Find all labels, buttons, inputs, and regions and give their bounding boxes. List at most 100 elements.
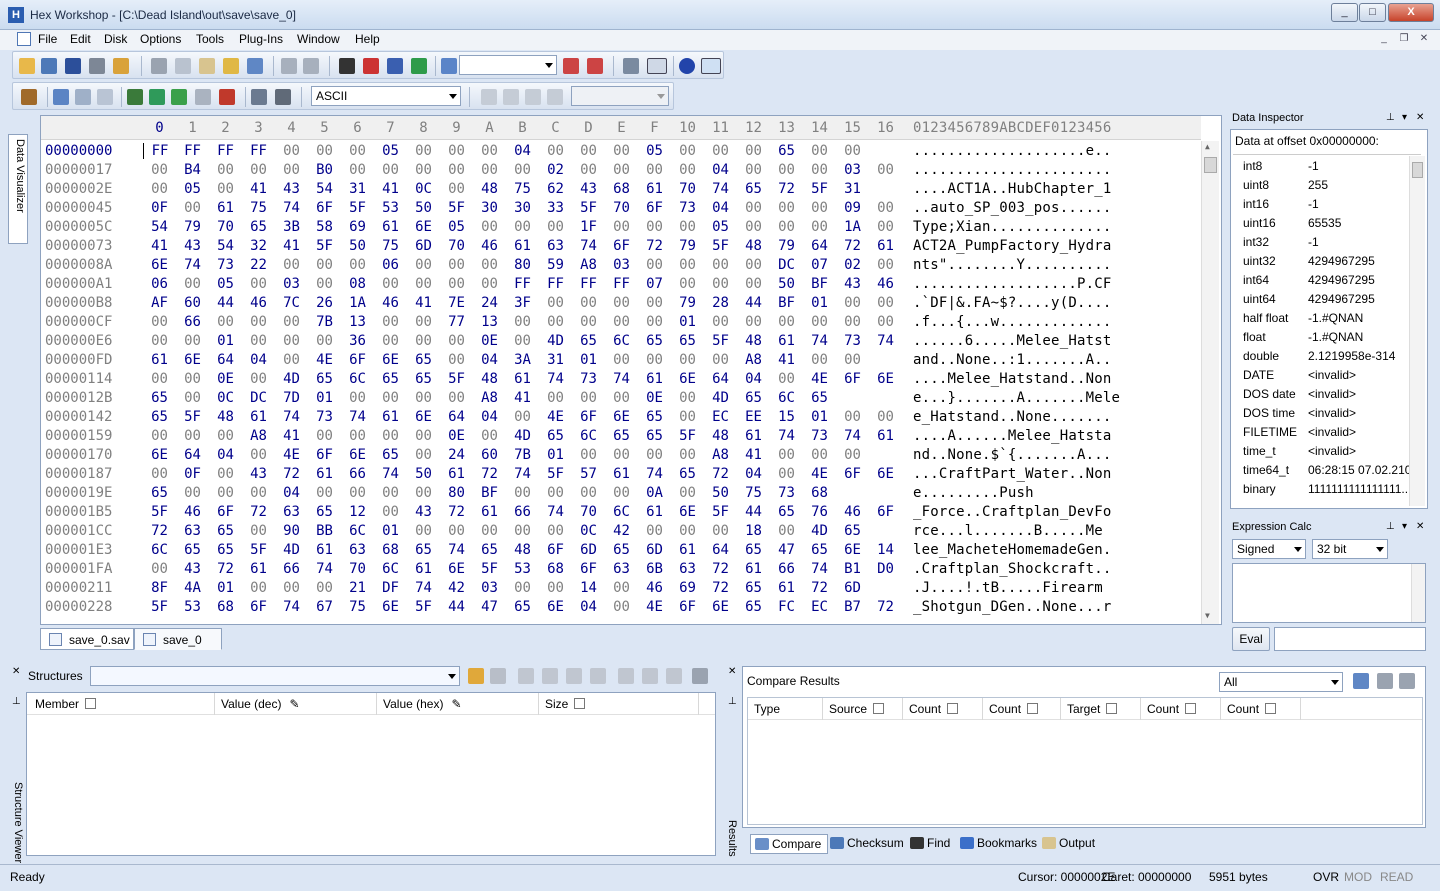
hex-byte[interactable]: 00 <box>341 257 374 273</box>
hex-byte[interactable]: 74 <box>308 561 341 577</box>
hex-byte[interactable]: 5F <box>539 466 572 482</box>
hex-byte[interactable]: 74 <box>341 409 374 425</box>
inspector-value[interactable]: 65535 <box>1308 216 1418 230</box>
sign-combo[interactable]: Signed <box>1232 539 1306 559</box>
hex-byte[interactable]: 50 <box>704 485 737 501</box>
hex-byte[interactable]: 6B <box>638 561 671 577</box>
hex-byte[interactable]: FF <box>242 143 275 159</box>
close-icon[interactable]: ✕ <box>728 666 736 677</box>
hammer-icon[interactable] <box>21 89 37 105</box>
hex-byte[interactable]: 5F <box>473 561 506 577</box>
hex-byte[interactable]: 00 <box>209 162 242 178</box>
ascii-row[interactable]: ....................e.. <box>913 143 1111 159</box>
hex-byte[interactable]: 00 <box>143 181 176 197</box>
copy-results-icon[interactable] <box>1353 673 1369 689</box>
hex-byte[interactable]: 79 <box>671 238 704 254</box>
ascii-row[interactable]: ....ACT1A..HubChapter_1 <box>913 181 1111 197</box>
hex-byte[interactable]: 4E <box>803 466 836 482</box>
hex-byte[interactable]: 50 <box>341 238 374 254</box>
hex-byte[interactable]: 00 <box>242 333 275 349</box>
hex-byte[interactable]: 00 <box>605 219 638 235</box>
hex-byte[interactable]: 6C <box>341 371 374 387</box>
hex-byte[interactable]: 4D <box>704 390 737 406</box>
hex-byte[interactable]: 47 <box>473 599 506 615</box>
expression-scrollbar[interactable] <box>1411 564 1425 622</box>
hex-byte[interactable]: 65 <box>143 485 176 501</box>
hex-byte[interactable]: 04 <box>209 447 242 463</box>
hex-byte[interactable]: 18 <box>737 523 770 539</box>
hex-byte[interactable]: 00 <box>374 333 407 349</box>
ascii-row[interactable]: e...}.......A.......Mele <box>913 390 1120 406</box>
hex-byte[interactable]: 31 <box>836 181 869 197</box>
hex-byte[interactable]: 75 <box>506 181 539 197</box>
hex-byte[interactable]: 41 <box>407 295 440 311</box>
ascii-row[interactable]: lee_MacheteHomemadeGen. <box>913 542 1111 558</box>
hex-byte[interactable]: 65 <box>605 428 638 444</box>
hex-byte[interactable]: 00 <box>704 257 737 273</box>
hex-byte[interactable]: 61 <box>869 238 902 254</box>
hex-byte[interactable]: 47 <box>770 542 803 558</box>
hex-byte[interactable]: 00 <box>440 181 473 197</box>
hex-byte[interactable]: 00 <box>638 295 671 311</box>
hex-byte[interactable]: 00 <box>242 580 275 596</box>
hex-byte[interactable]: 6F <box>209 504 242 520</box>
hex-byte[interactable]: 13 <box>473 314 506 330</box>
hex-byte[interactable]: 04 <box>737 371 770 387</box>
column-count[interactable]: Count <box>1141 698 1221 720</box>
hex-byte[interactable]: BB <box>308 523 341 539</box>
hex-byte[interactable]: 65 <box>407 352 440 368</box>
edit-icon[interactable] <box>566 668 582 684</box>
record-combo[interactable] <box>571 86 669 106</box>
ascii-row[interactable]: e.........Push <box>913 485 1034 501</box>
hex-byte[interactable]: 74 <box>407 580 440 596</box>
hex-byte[interactable]: 00 <box>308 580 341 596</box>
hex-byte[interactable]: 59 <box>539 257 572 273</box>
hex-byte[interactable]: 6E <box>176 352 209 368</box>
hex-byte[interactable]: 00 <box>539 295 572 311</box>
hex-byte[interactable]: 00 <box>275 257 308 273</box>
hex-byte[interactable]: 61 <box>770 333 803 349</box>
hex-byte[interactable]: 01 <box>803 295 836 311</box>
hex-byte[interactable]: A8 <box>572 257 605 273</box>
hex-byte[interactable]: 00 <box>407 447 440 463</box>
hex-byte[interactable]: 00 <box>572 143 605 159</box>
hex-byte[interactable]: 48 <box>506 542 539 558</box>
hex-byte[interactable]: 65 <box>242 219 275 235</box>
filter-icon[interactable] <box>947 703 959 714</box>
hex-byte[interactable]: 74 <box>638 466 671 482</box>
hex-byte[interactable]: 00 <box>638 352 671 368</box>
hex-byte[interactable]: FF <box>506 276 539 292</box>
hex-byte[interactable]: 00 <box>605 143 638 159</box>
compare-icon[interactable] <box>623 58 639 74</box>
hex-byte[interactable]: 66 <box>770 561 803 577</box>
hex-byte[interactable]: 00 <box>539 314 572 330</box>
hex-byte[interactable]: FF <box>539 276 572 292</box>
ascii-row[interactable]: .Craftplan_Shockcraft.. <box>913 561 1111 577</box>
hex-byte[interactable]: 50 <box>407 200 440 216</box>
hex-byte[interactable]: 65 <box>407 542 440 558</box>
hex-byte[interactable]: 00 <box>275 314 308 330</box>
hex-byte[interactable]: 74 <box>836 428 869 444</box>
hex-byte[interactable]: 5F <box>440 371 473 387</box>
hex-byte[interactable]: 61 <box>308 466 341 482</box>
hex-byte[interactable]: 58 <box>308 219 341 235</box>
hex-byte[interactable]: 00 <box>704 352 737 368</box>
hex-byte[interactable]: 1F <box>572 219 605 235</box>
hex-byte[interactable]: 0E <box>209 371 242 387</box>
filter-icon[interactable] <box>1265 703 1277 714</box>
hex-byte[interactable]: 00 <box>737 200 770 216</box>
hex-byte[interactable]: 65 <box>803 542 836 558</box>
pin-icon[interactable]: ⊥ <box>12 696 21 707</box>
hex-byte[interactable]: 72 <box>209 561 242 577</box>
hex-byte[interactable]: 04 <box>572 599 605 615</box>
hex-byte[interactable]: 64 <box>209 352 242 368</box>
hex-byte[interactable]: 65 <box>770 143 803 159</box>
hex-byte[interactable]: 00 <box>539 143 572 159</box>
hex-byte[interactable]: 00 <box>407 523 440 539</box>
hex-byte[interactable]: 80 <box>440 485 473 501</box>
hex-byte[interactable]: 00 <box>704 314 737 330</box>
cut-icon[interactable] <box>151 58 167 74</box>
hex-byte[interactable]: 70 <box>440 238 473 254</box>
hex-byte[interactable]: 00 <box>605 447 638 463</box>
hex-byte[interactable]: 00 <box>737 219 770 235</box>
